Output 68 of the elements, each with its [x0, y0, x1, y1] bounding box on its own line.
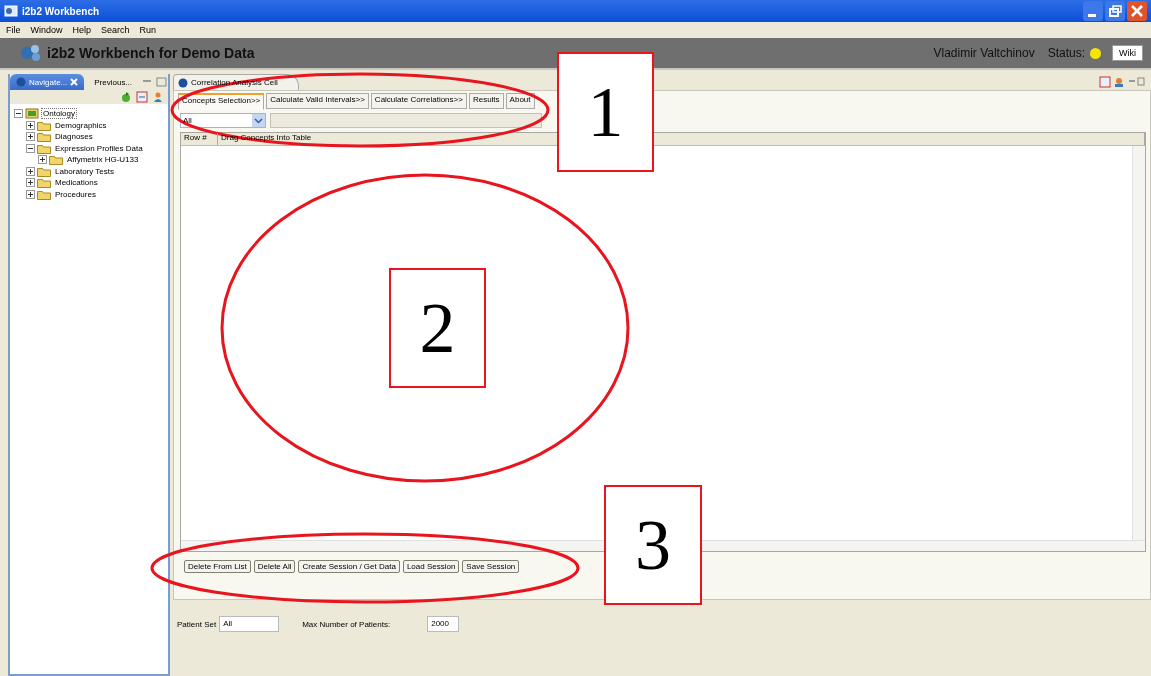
panel-tab[interactable]: Navigate... [10, 74, 85, 90]
tab[interactable]: About [505, 93, 535, 109]
scrollbar[interactable] [1132, 146, 1145, 540]
tree-item[interactable]: Medications [53, 177, 100, 189]
annotation-number: 2 [389, 268, 486, 388]
tab[interactable]: Results [468, 93, 504, 109]
expand-icon[interactable] [26, 166, 35, 176]
minimize-icon [1083, 1, 1103, 21]
user-name: Vladimir Valtchinov [933, 46, 1035, 60]
action-button[interactable]: Delete All [253, 560, 296, 573]
refresh-icon [120, 91, 132, 103]
folder-icon [37, 119, 51, 131]
tab[interactable]: Calculate Valid Intervals>> [266, 93, 369, 109]
annotation-number: 3 [604, 485, 702, 605]
action-button[interactable]: Save Session [462, 560, 520, 573]
tree-item[interactable]: Ontology [41, 108, 78, 120]
expand-icon[interactable] [26, 120, 35, 130]
app-icon [4, 4, 18, 18]
tree-item[interactable]: Affymetrix HG-U133 [65, 154, 141, 166]
folder-icon [37, 165, 51, 177]
status-label: Status: [1047, 46, 1085, 60]
folder-icon [37, 131, 51, 143]
database-icon [25, 108, 39, 120]
logo-icon [20, 43, 42, 63]
tree-item[interactable]: Diagnoses [53, 131, 95, 143]
tree-item[interactable]: Expression Profiles Data [53, 142, 145, 154]
field-label: Max Number of Patients: [302, 619, 391, 629]
expand-icon[interactable] [26, 189, 35, 199]
swap-icon [136, 91, 148, 103]
tab[interactable]: Concepts Selection>> [178, 93, 265, 110]
filter-dropdown[interactable]: All [180, 113, 266, 128]
search-field[interactable] [270, 113, 542, 128]
patient-set-field[interactable]: All [219, 616, 280, 632]
menu-item[interactable]: Help [72, 25, 92, 35]
person-icon [152, 91, 164, 103]
folder-icon [37, 142, 51, 154]
window-title: i2b2 Workbench [22, 5, 100, 17]
menu-item[interactable]: Run [139, 25, 157, 35]
action-button[interactable]: Load Session [402, 560, 460, 573]
annotation-number: 1 [557, 52, 654, 172]
action-button[interactable]: Delete From List [184, 560, 251, 573]
action-button[interactable]: Create Session / Get Data [298, 560, 400, 573]
tree-item[interactable]: Demographics [53, 119, 109, 131]
menu-item[interactable]: File [6, 25, 21, 35]
menu-item[interactable]: Search [101, 25, 130, 35]
tab[interactable]: Calculate Correlations>> [370, 93, 467, 109]
folder-icon [37, 177, 51, 189]
close-icon [70, 78, 79, 86]
panel-tab[interactable]: Previous... [88, 74, 139, 90]
minimize-maximize-icon [142, 77, 168, 87]
restore-icon [1105, 1, 1125, 21]
collapse-icon[interactable] [14, 109, 23, 119]
expand-icon[interactable] [38, 155, 47, 165]
column-header[interactable]: Row # [181, 133, 218, 145]
tree-item[interactable]: Laboratory Tests [53, 165, 116, 177]
expand-icon[interactable] [26, 132, 35, 142]
folder-icon [37, 188, 51, 200]
tree-item[interactable]: Procedures [53, 188, 98, 200]
close-icon [1127, 1, 1147, 21]
view-toolbar-icon [1099, 76, 1145, 88]
field-label: Patient Set [177, 619, 217, 629]
wiki-button[interactable]: Wiki [1112, 45, 1143, 61]
folder-icon [49, 154, 63, 166]
max-patients-field[interactable]: 2000 [427, 616, 460, 632]
menu-item[interactable]: Window [30, 25, 63, 35]
collapse-icon[interactable] [26, 143, 35, 153]
expand-icon[interactable] [26, 178, 35, 188]
app-title: i2b2 Workbench for Demo Data [47, 45, 255, 61]
